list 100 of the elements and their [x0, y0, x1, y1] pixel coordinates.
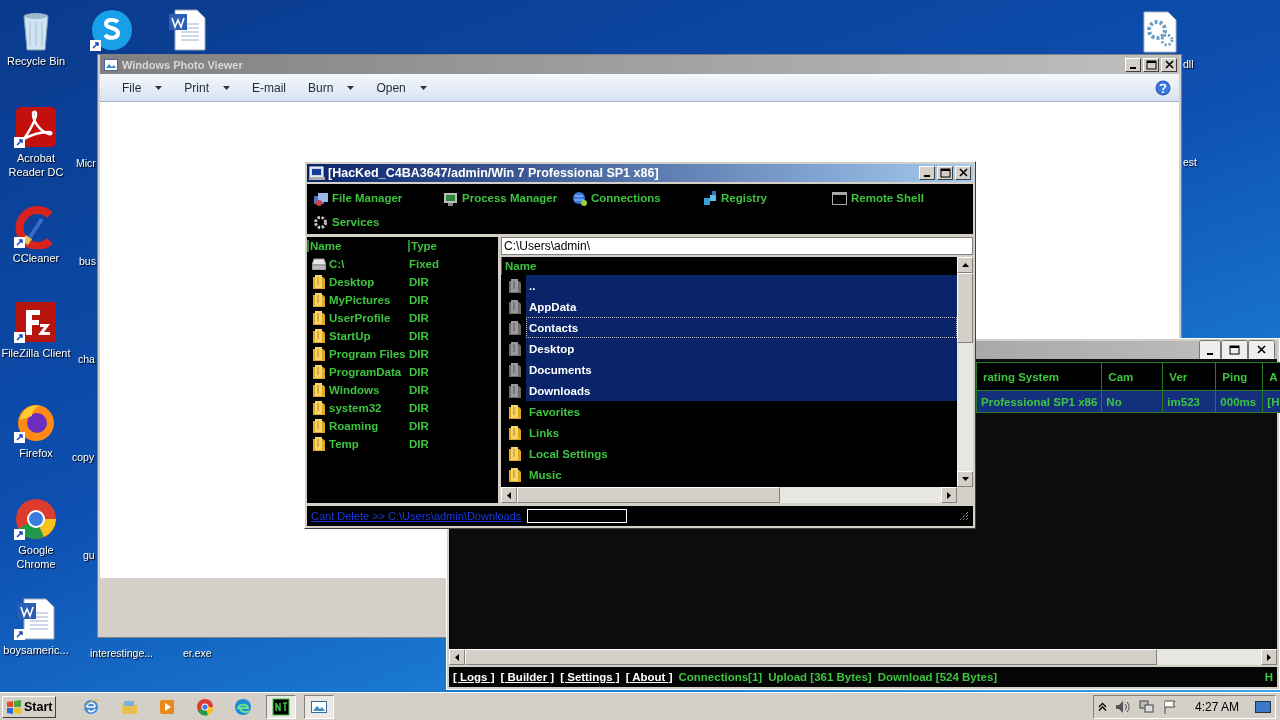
menu-button[interactable]: Print: [176, 76, 245, 99]
speaker-icon[interactable]: [1114, 699, 1131, 714]
icon-label[interactable]: Micr: [76, 156, 96, 170]
drive-item[interactable]: UserProfile: [312, 310, 409, 326]
clock[interactable]: 4:27 AM: [1184, 699, 1247, 714]
drive-item[interactable]: Roaming: [312, 418, 409, 434]
down-arrow-icon: [961, 477, 969, 481]
computer-icon: [309, 166, 325, 180]
column-header[interactable]: Cam: [1101, 362, 1163, 391]
icon-label[interactable]: cha: [78, 352, 95, 366]
drive-type: DIR: [409, 420, 429, 432]
drive-item[interactable]: StartUp: [312, 328, 409, 344]
drive-item[interactable]: C:\: [312, 258, 409, 270]
minimize-icon: [1207, 352, 1213, 355]
status-link[interactable]: [ Logs ]: [453, 671, 495, 683]
input-field[interactable]: [527, 509, 628, 523]
browser-wave-icon: [234, 697, 253, 716]
path-field[interactable]: C:\Users\admin\: [501, 237, 973, 255]
column-header[interactable]: Ver: [1162, 362, 1216, 391]
start-button[interactable]: Start: [2, 695, 57, 718]
tool-button[interactable]: Process Manager: [443, 186, 558, 210]
app-icon: [272, 697, 291, 716]
icon-label[interactable]: Firefox: [0, 446, 72, 460]
column-header[interactable]: Ping: [1215, 362, 1263, 391]
tool-button[interactable]: Connections: [572, 186, 661, 210]
tool-button[interactable]: Remote Shell: [832, 186, 924, 210]
menu-button[interactable]: E-mail: [244, 76, 301, 99]
resize-grip-icon[interactable]: [959, 511, 969, 521]
file-item[interactable]: ..: [526, 275, 957, 296]
status-link[interactable]: [ Builder ]: [500, 671, 555, 683]
picture-icon: [104, 58, 118, 71]
network-icon[interactable]: [1138, 699, 1155, 714]
drive-item[interactable]: MyPictures: [312, 292, 409, 308]
drive-item[interactable]: Windows: [312, 382, 409, 398]
drive-item[interactable]: system32: [312, 400, 409, 416]
folder-icon: [508, 382, 522, 399]
show-desktop-icon[interactable]: [1255, 699, 1271, 714]
icon-label[interactable]: FileZilla Client: [0, 346, 72, 360]
help-icon[interactable]: [1155, 79, 1171, 96]
minimize-button[interactable]: [1199, 339, 1221, 361]
folder-icon: [312, 346, 326, 362]
menu-button[interactable]: Open: [368, 76, 441, 99]
drive-item[interactable]: Desktop: [312, 274, 409, 290]
close-icon: [957, 168, 969, 178]
folder-icon: [508, 277, 522, 294]
caret-icon: [223, 85, 231, 90]
chat-app-icon: [90, 8, 134, 52]
maximize-button[interactable]: [1221, 339, 1248, 361]
flag-icon[interactable]: [1162, 699, 1177, 714]
icon-label[interactable]: interestinge...: [90, 646, 154, 660]
icon-label[interactable]: er.exe: [183, 646, 212, 660]
folder-icon: [312, 274, 326, 290]
icon-label[interactable]: Acrobat Reader DC: [0, 151, 72, 179]
status-text: Download [524 Bytes]: [877, 671, 998, 683]
chevron-up-icon[interactable]: [1097, 702, 1107, 711]
maximize-icon: [1229, 344, 1240, 355]
file-item[interactable]: Music: [526, 464, 957, 485]
taskbar-app[interactable]: [266, 694, 297, 719]
folders-icon: [313, 190, 328, 206]
icon-label[interactable]: Google Chrome: [0, 543, 72, 571]
file-item[interactable]: Local Settings: [526, 443, 957, 464]
icon-label[interactable]: CCleaner: [0, 251, 72, 265]
menu-button[interactable]: File: [114, 76, 177, 99]
vertical-scrollbar[interactable]: [957, 257, 973, 487]
drive-type: DIR: [409, 438, 429, 450]
status-link[interactable]: [ Settings ]: [560, 671, 620, 683]
file-item[interactable]: Downloads: [526, 380, 957, 401]
column-header[interactable]: Name: [307, 240, 408, 252]
status-link[interactable]: [ About ]: [625, 671, 673, 683]
file-item[interactable]: Favorites: [526, 401, 957, 422]
horizontal-scrollbar[interactable]: [501, 487, 957, 503]
icon-label[interactable]: est: [1183, 155, 1197, 169]
column-header[interactable]: rating System: [976, 362, 1102, 391]
horizontal-scrollbar[interactable]: [449, 649, 1277, 665]
file-item[interactable]: AppData: [526, 296, 957, 317]
icon-label[interactable]: copy: [72, 450, 95, 464]
folder-icon: [312, 418, 326, 434]
close-icon: [1256, 344, 1267, 355]
close-button[interactable]: [1248, 339, 1275, 361]
folder-icon: [508, 403, 522, 420]
file-item[interactable]: Contacts: [526, 317, 957, 338]
icon-label[interactable]: dll: [1183, 57, 1194, 71]
drive-item[interactable]: Program Files: [312, 346, 409, 362]
menu-button[interactable]: Burn: [300, 76, 369, 99]
column-header[interactable]: Type: [408, 240, 437, 252]
icon-label[interactable]: boysameric...: [0, 643, 72, 657]
tool-button[interactable]: Registry: [702, 186, 768, 210]
icon-label[interactable]: bus: [79, 254, 96, 268]
tool-button[interactable]: File Manager: [313, 186, 403, 210]
icon-label[interactable]: gu: [83, 548, 95, 562]
file-item[interactable]: Documents: [526, 359, 957, 380]
icon-label[interactable]: Recycle Bin: [0, 54, 72, 68]
file-item[interactable]: Desktop: [526, 338, 957, 359]
drive-item[interactable]: ProgramData: [312, 364, 409, 380]
drive-item[interactable]: Temp: [312, 436, 409, 452]
file-item[interactable]: Links: [526, 422, 957, 443]
windows-logo-icon: [6, 699, 22, 714]
drive-type: DIR: [409, 312, 429, 324]
minimize-icon: [1130, 66, 1136, 69]
tool-button[interactable]: Services: [313, 210, 380, 234]
